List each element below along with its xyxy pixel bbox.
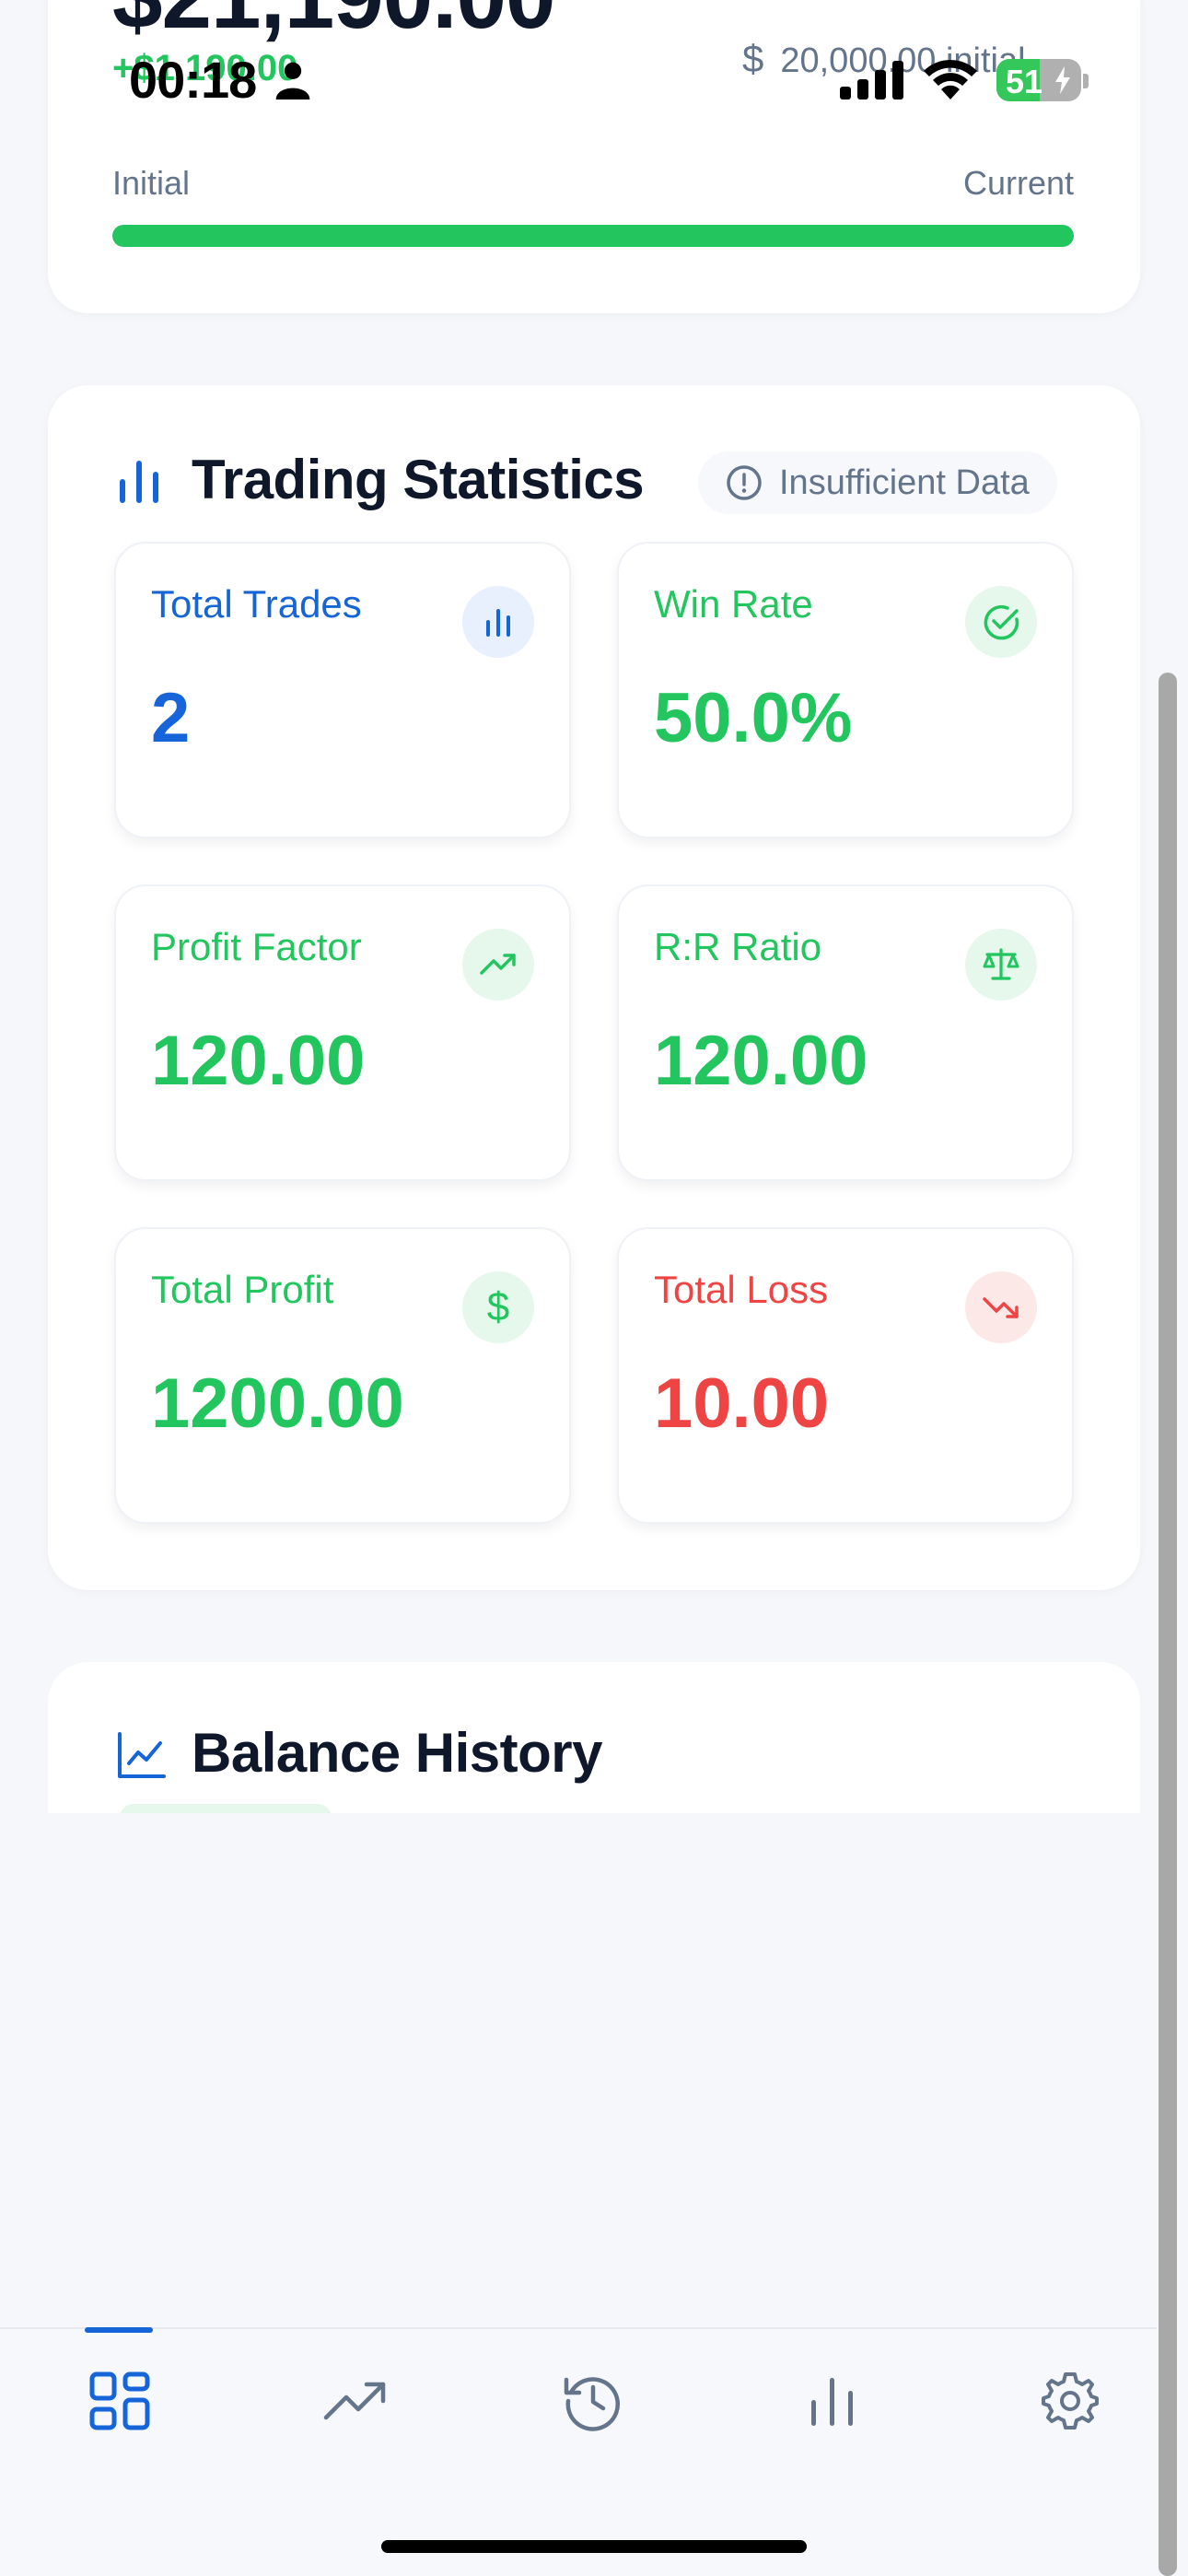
- stat-total-profit: Total Profit 1200.00 $: [114, 1227, 571, 1524]
- stat-total-trades: Total Trades 2: [114, 542, 571, 838]
- line-chart-icon: [118, 1732, 166, 1778]
- charging-bolt-icon: [1055, 66, 1070, 94]
- dollar-icon: $: [462, 1271, 534, 1343]
- status-bar: 00:18 51: [0, 0, 1188, 157]
- progress-label-current: Current: [962, 164, 1074, 202]
- trending-up-icon: [323, 2382, 386, 2420]
- alert-circle-icon: [727, 465, 762, 500]
- dashboard-icon: [89, 2371, 150, 2430]
- battery-icon: 51: [996, 59, 1081, 101]
- active-tab-indicator: [85, 2327, 153, 2333]
- stat-label: R:R Ratio: [654, 925, 822, 968]
- wifi-icon: [924, 59, 977, 100]
- stat-value: 120.00: [654, 1022, 868, 1100]
- settings-icon: [1042, 2372, 1099, 2430]
- trending-down-icon: [965, 1271, 1037, 1343]
- stat-label: Total Loss: [654, 1268, 829, 1311]
- home-indicator: [381, 2540, 807, 2553]
- insufficient-data-badge: Insufficient Data: [698, 451, 1057, 514]
- stat-win-rate: Win Rate 50.0%: [617, 542, 1074, 838]
- stat-value: 120.00: [151, 1022, 366, 1100]
- balance-progress-bar: [112, 225, 1074, 247]
- check-circle-icon: [965, 586, 1037, 658]
- bar-chart-icon: [811, 2378, 853, 2426]
- section-title: Trading Statistics: [192, 449, 645, 510]
- scrollbar[interactable]: [1159, 673, 1177, 2576]
- tab-trades[interactable]: [319, 2364, 392, 2438]
- stat-profit-factor: Profit Factor 120.00: [114, 884, 571, 1181]
- stat-label: Total Profit: [151, 1268, 334, 1311]
- scale-icon: [965, 929, 1037, 1001]
- stat-value: 2: [151, 679, 191, 757]
- stat-value: 1200.00: [151, 1364, 404, 1443]
- balance-history-card: Balance History: [48, 1662, 1140, 1813]
- history-icon: [564, 2377, 620, 2431]
- tab-history[interactable]: [556, 2364, 630, 2438]
- trending-up-icon: [462, 929, 534, 1001]
- stat-label: Win Rate: [654, 582, 813, 626]
- stat-total-loss: Total Loss 10.00: [617, 1227, 1074, 1524]
- bar-chart-icon: [462, 586, 534, 658]
- tab-settings[interactable]: [1033, 2364, 1107, 2438]
- tab-analytics[interactable]: [796, 2364, 869, 2438]
- status-time: 00:18: [129, 51, 257, 109]
- stat-value: 50.0%: [654, 679, 853, 757]
- cellular-signal-icon: [840, 61, 903, 100]
- tab-dashboard[interactable]: [83, 2364, 157, 2438]
- stat-value: 10.00: [654, 1364, 830, 1443]
- progress-label-initial: Initial: [112, 164, 191, 202]
- stat-label: Profit Factor: [151, 925, 362, 968]
- bar-chart-icon: [120, 461, 158, 503]
- person-icon: [275, 62, 310, 100]
- history-period-chip[interactable]: [120, 1804, 332, 1813]
- stat-label: Total Trades: [151, 582, 362, 626]
- battery-percent: 51: [1006, 63, 1043, 100]
- section-title: Balance History: [192, 1722, 603, 1784]
- badge-text: Insufficient Data: [779, 463, 1030, 502]
- stat-rr-ratio: R:R Ratio 120.00: [617, 884, 1074, 1181]
- trading-statistics-card: Trading Statistics Insufficient Data Tot…: [48, 385, 1140, 1590]
- progress-labels: Initial Current: [112, 164, 1074, 203]
- battery-cap: [1083, 74, 1089, 88]
- balance-progress-fill: [112, 225, 1074, 247]
